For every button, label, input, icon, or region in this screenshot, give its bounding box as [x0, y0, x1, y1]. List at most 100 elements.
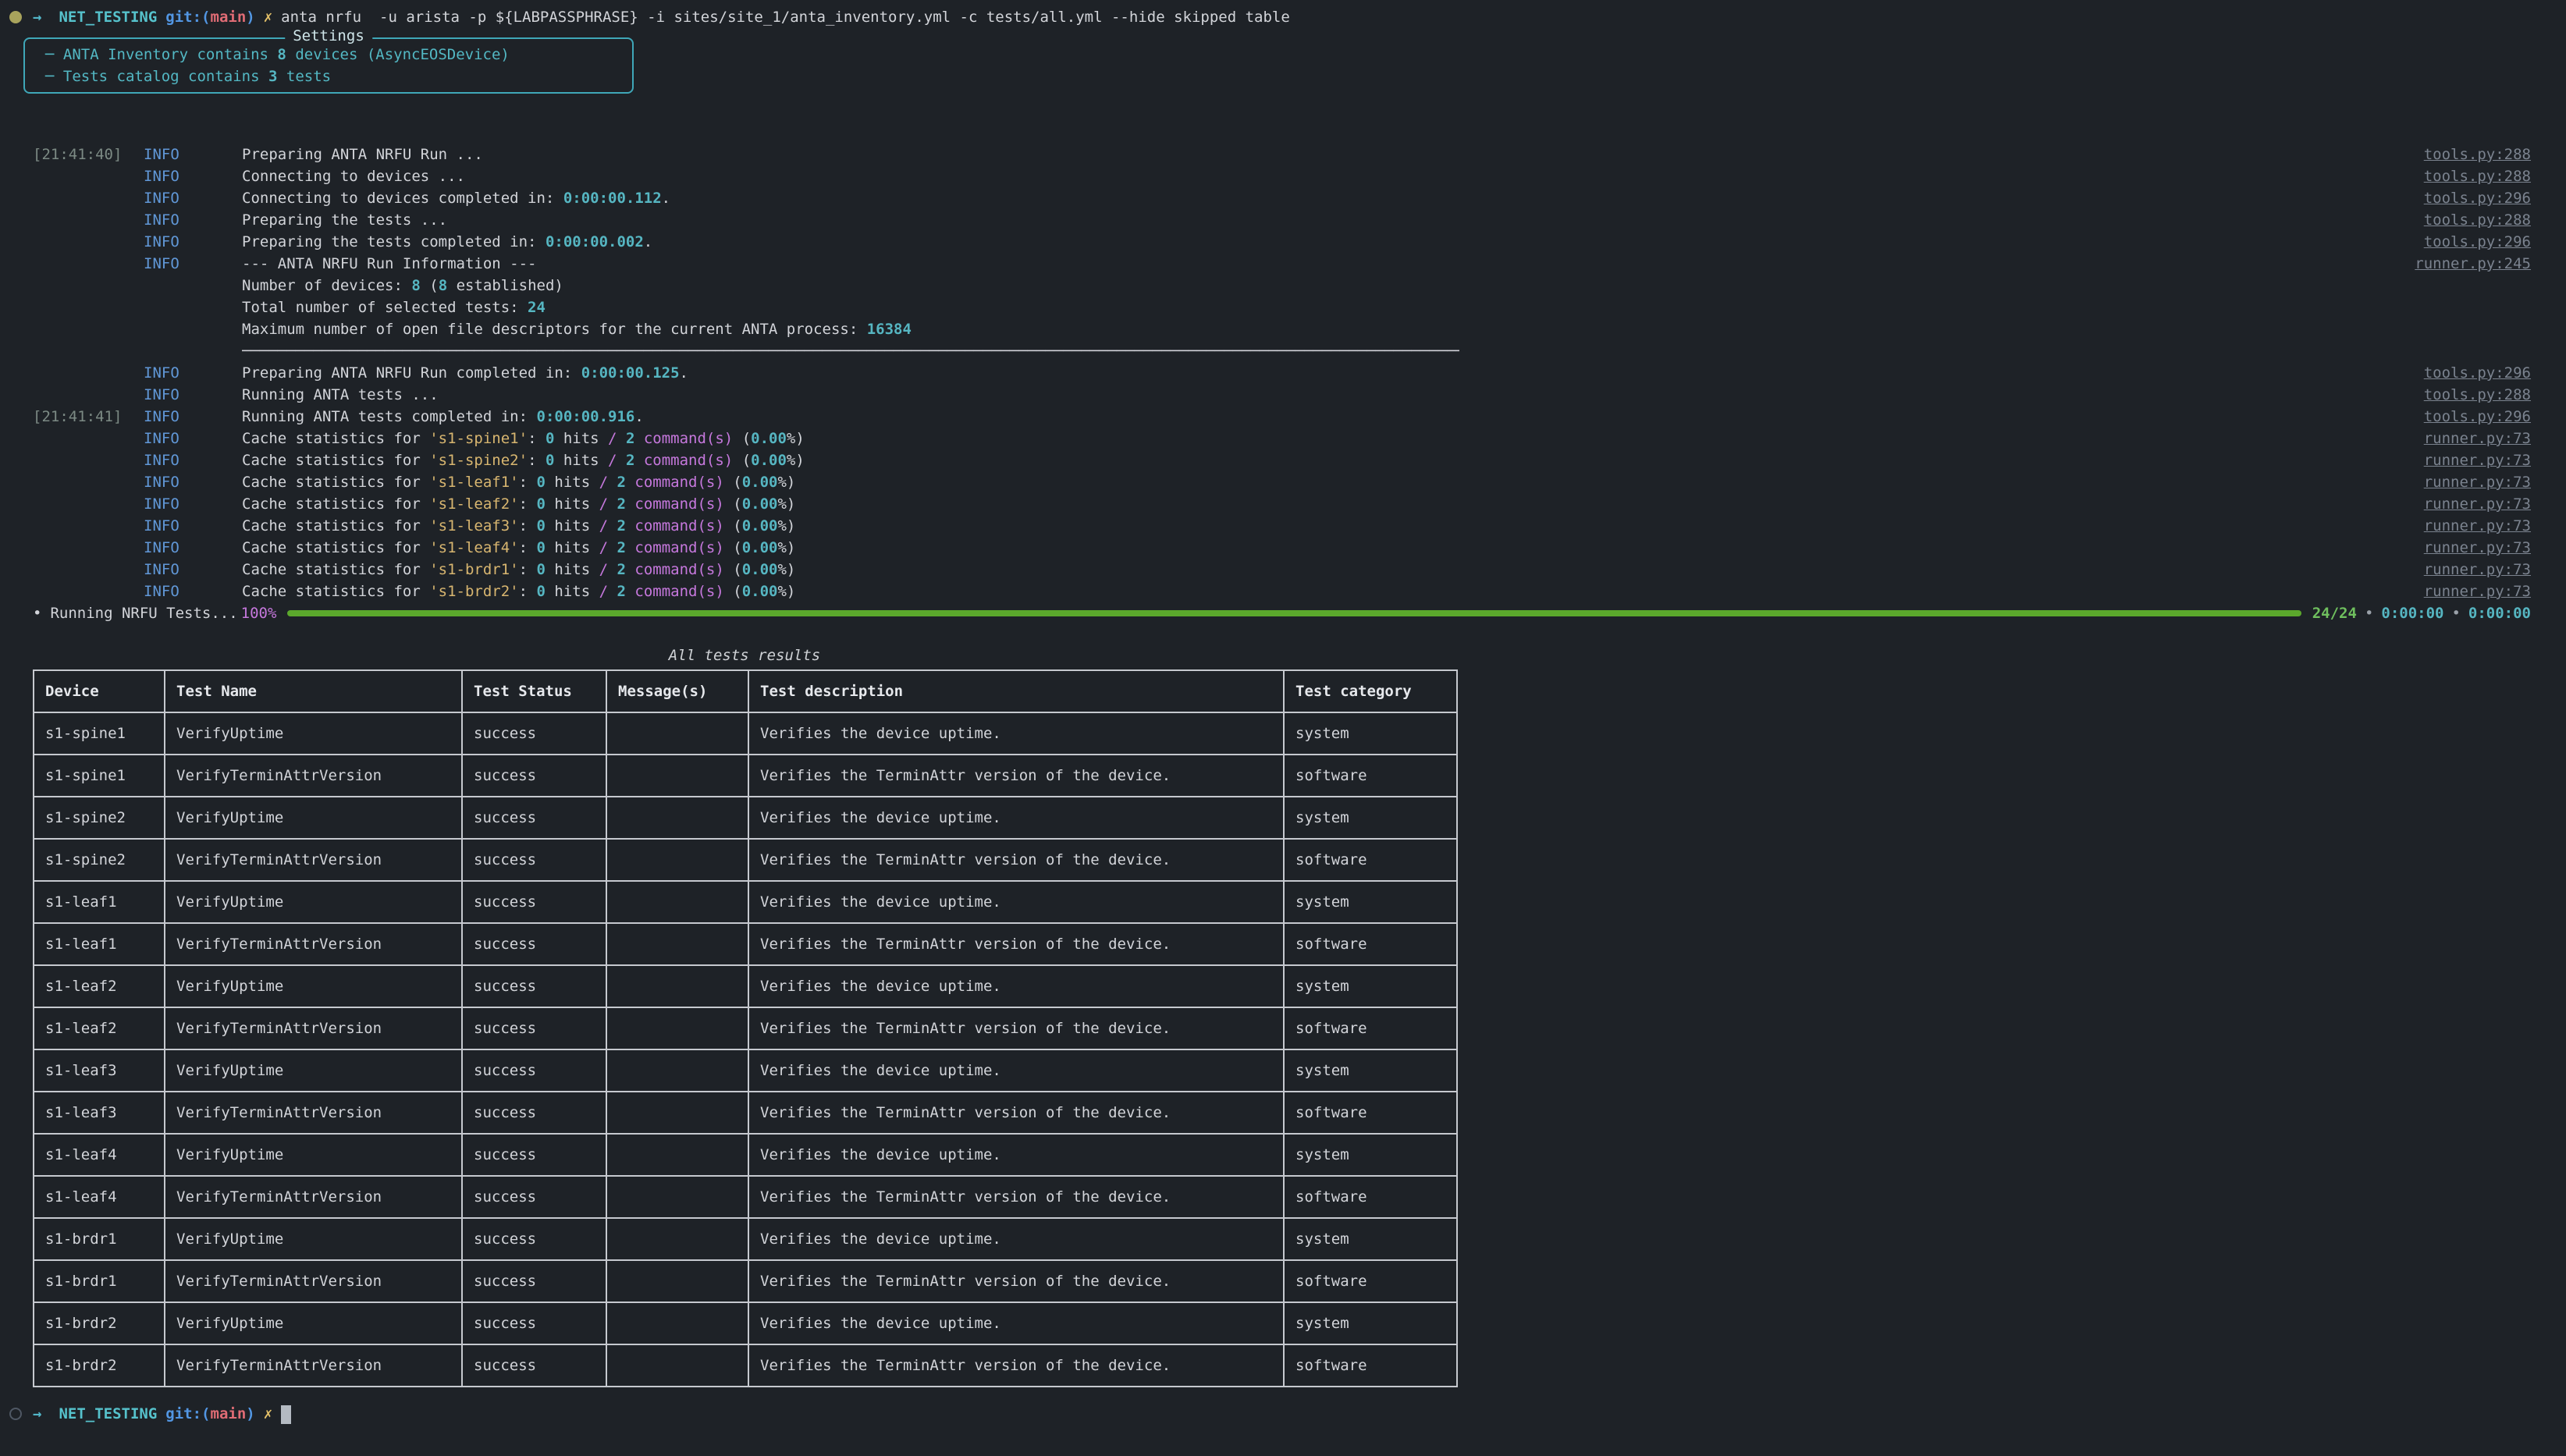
text-segment: ─ Tests catalog contains: [45, 68, 268, 85]
text-segment: 8: [411, 277, 420, 294]
log-line: ────────────────────────────────────────…: [33, 340, 2531, 362]
log-line: INFOCache statistics for 's1-leaf1': 0 h…: [33, 471, 2531, 493]
text-segment: 0: [537, 583, 546, 600]
table-cell: success: [462, 712, 606, 755]
text-segment: 0: [537, 561, 546, 578]
text-segment: Preparing the tests ...: [242, 211, 447, 229]
text-segment: :: [519, 561, 537, 578]
text-segment: command(s): [634, 539, 723, 556]
log-timestamp: [33, 340, 144, 362]
terminal[interactable]: →NET_TESTINGgit:(main)✗anta nrfu -u aris…: [0, 0, 2566, 1456]
table-cell: Verifies the TerminAttr version of the d…: [748, 755, 1284, 797]
text-segment: %): [777, 517, 795, 534]
table-cell: Verifies the TerminAttr version of the d…: [748, 1260, 1284, 1302]
table-cell: Verifies the device uptime.: [748, 1218, 1284, 1260]
text-segment: %): [787, 452, 805, 469]
log-message: Cache statistics for 's1-leaf3': 0 hits …: [242, 515, 795, 537]
log-source-link[interactable]: tools.py:288: [2424, 209, 2531, 231]
table-cell: s1-spine1: [34, 712, 165, 755]
text-segment: 0:00:00.112: [563, 190, 662, 207]
log-level: INFO: [144, 471, 242, 493]
log-source-link[interactable]: runner.py:73: [2424, 428, 2531, 449]
text-segment: ─ ANTA Inventory contains: [45, 46, 277, 63]
text-segment: command(s): [634, 474, 723, 491]
log-message: ────────────────────────────────────────…: [242, 340, 1459, 362]
bottom-prompt-line[interactable]: →NET_TESTINGgit:(main)✗: [33, 1403, 2531, 1425]
table-cell: Verifies the device uptime.: [748, 881, 1284, 923]
log-source-link[interactable]: runner.py:73: [2424, 559, 2531, 581]
text-segment: hits: [546, 474, 599, 491]
log-source-link[interactable]: runner.py:73: [2424, 581, 2531, 602]
log-source-link[interactable]: runner.py:73: [2424, 471, 2531, 493]
log-line: INFOCache statistics for 's1-spine1': 0 …: [33, 428, 2531, 449]
table-header-cell: Test Name: [165, 670, 462, 712]
log-level: INFO: [144, 209, 242, 231]
text-segment: /: [608, 430, 617, 447]
text-segment: /: [599, 495, 608, 513]
log-source-link[interactable]: tools.py:296: [2424, 231, 2531, 253]
log-level: [144, 318, 242, 340]
table-cell: [606, 839, 748, 881]
log-source-link[interactable]: runner.py:73: [2424, 493, 2531, 515]
log-source-link[interactable]: runner.py:245: [2415, 253, 2531, 275]
log-source-link[interactable]: tools.py:296: [2424, 187, 2531, 209]
text-segment: %): [777, 561, 795, 578]
text-segment: [626, 495, 634, 513]
table-cell: success: [462, 1218, 606, 1260]
text-segment: command(s): [634, 583, 723, 600]
prompt-decoration-icon[interactable]: [9, 1408, 22, 1420]
log-line: Maximum number of open file descriptors …: [33, 318, 2531, 340]
table-row: s1-brdr1VerifyUptimesuccessVerifies the …: [34, 1218, 1457, 1260]
log-timestamp: [33, 297, 144, 318]
text-segment: 0.00: [742, 495, 778, 513]
log-line: INFOCache statistics for 's1-leaf3': 0 h…: [33, 515, 2531, 537]
text-segment: 0.00: [751, 430, 787, 447]
table-row: s1-leaf1VerifyUptimesuccessVerifies the …: [34, 881, 1457, 923]
table-row: s1-leaf3VerifyUptimesuccessVerifies the …: [34, 1049, 1457, 1092]
log-source-link[interactable]: runner.py:73: [2424, 537, 2531, 559]
progress-percentage: 100%: [241, 602, 277, 624]
results-table-header-row: DeviceTest NameTest StatusMessage(s)Test…: [34, 670, 1457, 712]
table-cell: [606, 1344, 748, 1387]
text-segment: [608, 561, 617, 578]
log-source-link[interactable]: tools.py:296: [2424, 406, 2531, 428]
text-segment: [626, 517, 634, 534]
text-segment: %): [777, 539, 795, 556]
table-cell: [606, 1092, 748, 1134]
log-source-link[interactable]: tools.py:288: [2424, 165, 2531, 187]
git-suffix: ): [246, 1405, 254, 1422]
log-source-link[interactable]: tools.py:296: [2424, 362, 2531, 384]
command-decoration-icon[interactable]: [9, 11, 22, 23]
log-timestamp: [33, 275, 144, 297]
log-level: INFO: [144, 449, 242, 471]
log-message: Running ANTA tests ...: [242, 384, 439, 406]
log-timestamp: [21:41:40]: [33, 144, 144, 165]
text-segment: Cache statistics for: [242, 561, 429, 578]
progress-line: • Running NRFU Tests... 100% 24/24 • 0:0…: [33, 602, 2531, 624]
text-segment: 2: [617, 495, 626, 513]
text-segment: --- ANTA NRFU Run Information ---: [242, 255, 537, 272]
table-cell: success: [462, 965, 606, 1007]
text-segment: :: [519, 495, 537, 513]
text-segment: 0: [537, 495, 546, 513]
text-segment: Total number of selected tests:: [242, 299, 528, 316]
log-level: INFO: [144, 428, 242, 449]
log-level: [144, 297, 242, 318]
table-cell: VerifyTerminAttrVersion: [165, 1007, 462, 1049]
table-header-cell: Device: [34, 670, 165, 712]
text-segment: [608, 539, 617, 556]
log-level: INFO: [144, 406, 242, 428]
text-segment: .: [634, 408, 643, 425]
text-segment: Cache statistics for: [242, 495, 429, 513]
table-cell: [606, 1176, 748, 1218]
table-cell: system: [1284, 1049, 1457, 1092]
table-cell: [606, 923, 748, 965]
log-source-link[interactable]: tools.py:288: [2424, 384, 2531, 406]
text-segment: 's1-leaf2': [429, 495, 518, 513]
log-message: Cache statistics for 's1-spine1': 0 hits…: [242, 428, 805, 449]
log-source-link[interactable]: runner.py:73: [2424, 449, 2531, 471]
log-source-link[interactable]: runner.py:73: [2424, 515, 2531, 537]
log-line: INFOCache statistics for 's1-spine2': 0 …: [33, 449, 2531, 471]
log-source-link[interactable]: tools.py:288: [2424, 144, 2531, 165]
terminal-cursor[interactable]: [281, 1405, 291, 1424]
